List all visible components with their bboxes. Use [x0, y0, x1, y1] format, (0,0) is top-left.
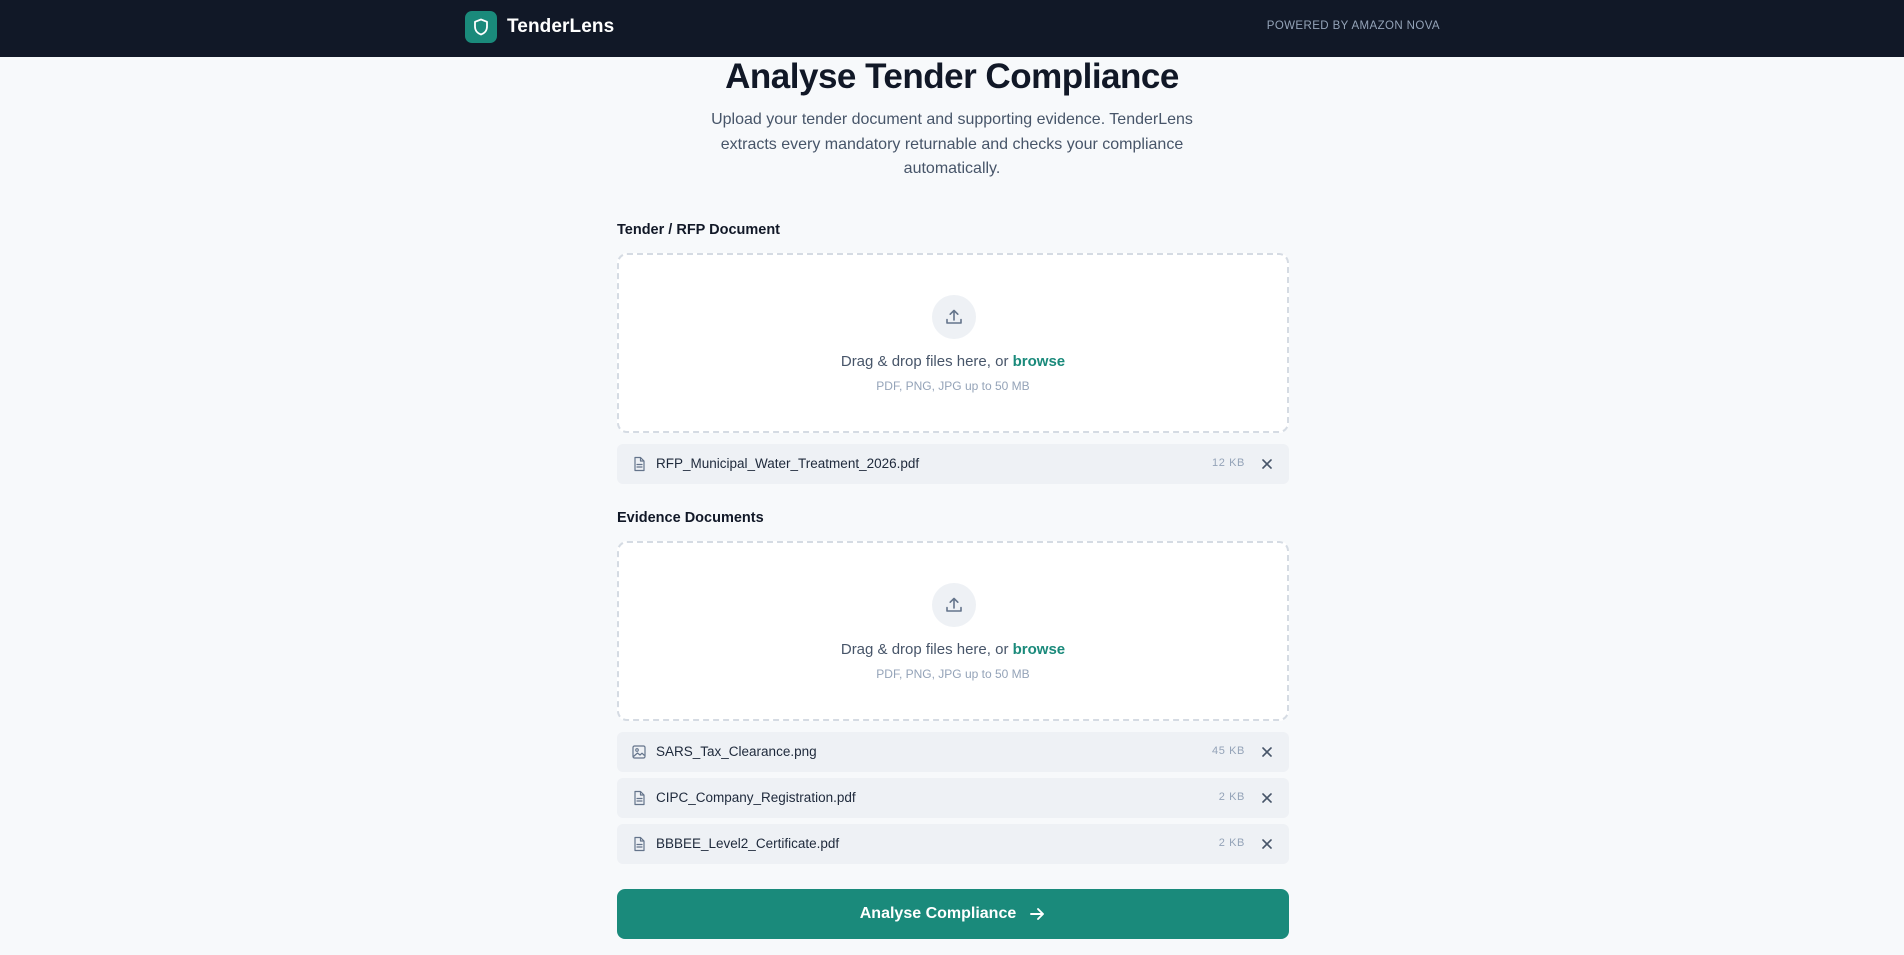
file-row: SARS_Tax_Clearance.png 45 KB [617, 732, 1289, 772]
close-icon[interactable] [1261, 838, 1273, 850]
page-title: Analyse Tender Compliance [725, 57, 1179, 96]
dropzone-text: Drag & drop files here, or [840, 353, 1013, 370]
tender-dropzone[interactable]: Drag & drop files here, or browse PDF, P… [617, 253, 1289, 433]
close-icon[interactable] [1261, 792, 1273, 804]
close-icon[interactable] [1261, 746, 1273, 758]
document-icon [634, 790, 645, 806]
arrow-right-icon [1030, 908, 1045, 920]
tender-section-label: Tender / RFP Document [617, 222, 781, 238]
analyse-compliance-label: Analyse Compliance [859, 905, 1017, 922]
file-size: 2 KB [1218, 791, 1245, 803]
upload-icon-circle [932, 295, 976, 339]
powered-by-label: POWERED BY AMAZON NOVA [1266, 20, 1440, 32]
page-subtitle: Upload your tender document and supporti… [711, 111, 1193, 177]
image-file-icon [632, 745, 646, 759]
dropzone-hint: PDF, PNG, JPG up to 50 MB [876, 379, 1030, 393]
file-size: 12 KB [1212, 457, 1245, 469]
app-name: TenderLens [507, 16, 615, 37]
file-size: 2 KB [1218, 837, 1245, 849]
file-name: CIPC_Company_Registration.pdf [656, 790, 856, 805]
document-icon [634, 456, 645, 472]
browse-link[interactable]: browse [1013, 641, 1066, 658]
dropzone-hint: PDF, PNG, JPG up to 50 MB [876, 667, 1030, 681]
browse-link[interactable]: browse [1013, 353, 1066, 370]
shield-icon [474, 18, 488, 36]
file-name: SARS_Tax_Clearance.png [656, 744, 817, 759]
file-size: 45 KB [1212, 745, 1245, 757]
file-row: RFP_Municipal_Water_Treatment_2026.pdf 1… [617, 444, 1289, 484]
document-icon [634, 836, 645, 852]
top-navigation-bar: TenderLens POWERED BY AMAZON NOVA [0, 0, 1904, 57]
upload-icon [946, 309, 962, 324]
brand[interactable]: TenderLens [465, 11, 614, 43]
dropzone-instructions: Drag & drop files here, or browse [619, 353, 1287, 370]
evidence-section-label: Evidence Documents [617, 510, 764, 526]
analyse-compliance-button[interactable]: Analyse Compliance [617, 889, 1289, 939]
file-row: BBBEE_Level2_Certificate.pdf 2 KB [617, 824, 1289, 864]
brand-logo [465, 11, 497, 43]
dropzone-instructions: Drag & drop files here, or browse [619, 641, 1287, 658]
file-name: RFP_Municipal_Water_Treatment_2026.pdf [656, 456, 920, 471]
upload-icon [946, 597, 962, 612]
close-icon[interactable] [1261, 458, 1273, 470]
file-row: CIPC_Company_Registration.pdf 2 KB [617, 778, 1289, 818]
file-name: BBBEE_Level2_Certificate.pdf [656, 836, 840, 851]
dropzone-text: Drag & drop files here, or [840, 641, 1013, 658]
upload-icon-circle [932, 583, 976, 627]
evidence-dropzone[interactable]: Drag & drop files here, or browse PDF, P… [617, 541, 1289, 721]
